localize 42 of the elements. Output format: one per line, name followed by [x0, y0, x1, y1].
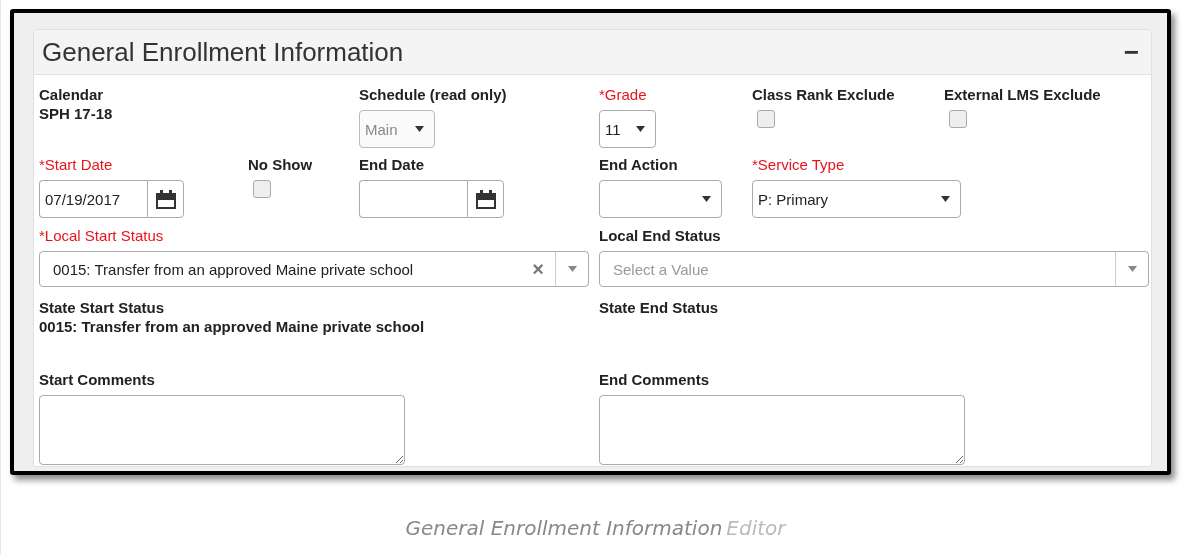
field-label: Start Comments [39, 371, 156, 390]
caret-icon [415, 126, 424, 132]
calendar-button[interactable] [467, 180, 504, 218]
comments-field[interactable] [599, 395, 965, 465]
caption: General Enrollment Information [405, 516, 723, 540]
dropdown[interactable]: 0015: Transfer from an approved Maine private school × [39, 251, 589, 287]
dropdown[interactable]: P: Primary [752, 180, 961, 218]
field-label: Calendar [39, 86, 105, 105]
comments-field[interactable] [39, 395, 405, 465]
panel-title: General Enrollment Information [42, 36, 404, 68]
dropdown[interactable] [599, 180, 722, 218]
field-label: *Service Type [752, 156, 846, 175]
field-label: *Local Start Status [39, 227, 165, 246]
field-label: *Grade [599, 86, 648, 105]
calendar-icon [475, 189, 496, 209]
dropdown[interactable]: 11 [599, 110, 656, 148]
field-label: No Show [248, 156, 314, 175]
field-label: External LMS Exclude [944, 86, 1102, 105]
caret-icon [702, 196, 711, 202]
calendar-icon [155, 189, 176, 209]
checkbox[interactable] [757, 110, 775, 128]
caret-icon [941, 196, 950, 202]
checkbox[interactable] [253, 180, 271, 198]
field-label: End Comments [599, 371, 710, 390]
field-label: Local End Status [599, 227, 722, 246]
field-label: Class Rank Exclude [752, 86, 896, 105]
field-label: End Action [599, 156, 679, 175]
collapse-button[interactable]: − [1123, 39, 1139, 65]
field-value: 0015: Transfer from an approved Maine private school [39, 318, 426, 335]
field-label: *Start Date [39, 156, 114, 175]
checkbox[interactable] [949, 110, 967, 128]
field-label: State End Status [599, 299, 720, 318]
field-label: End Date [359, 156, 425, 175]
caption-suffix: Editor [726, 516, 786, 540]
clear-button[interactable]: × [532, 257, 544, 281]
field-value: SPH 17-18 [39, 105, 114, 122]
field-label: Schedule (read only) [359, 86, 508, 105]
field-label: State Start Status [39, 299, 166, 318]
caret-icon [636, 126, 645, 132]
caret-icon [567, 266, 577, 272]
caret-icon [1127, 266, 1137, 272]
calendar-button[interactable] [147, 180, 184, 218]
